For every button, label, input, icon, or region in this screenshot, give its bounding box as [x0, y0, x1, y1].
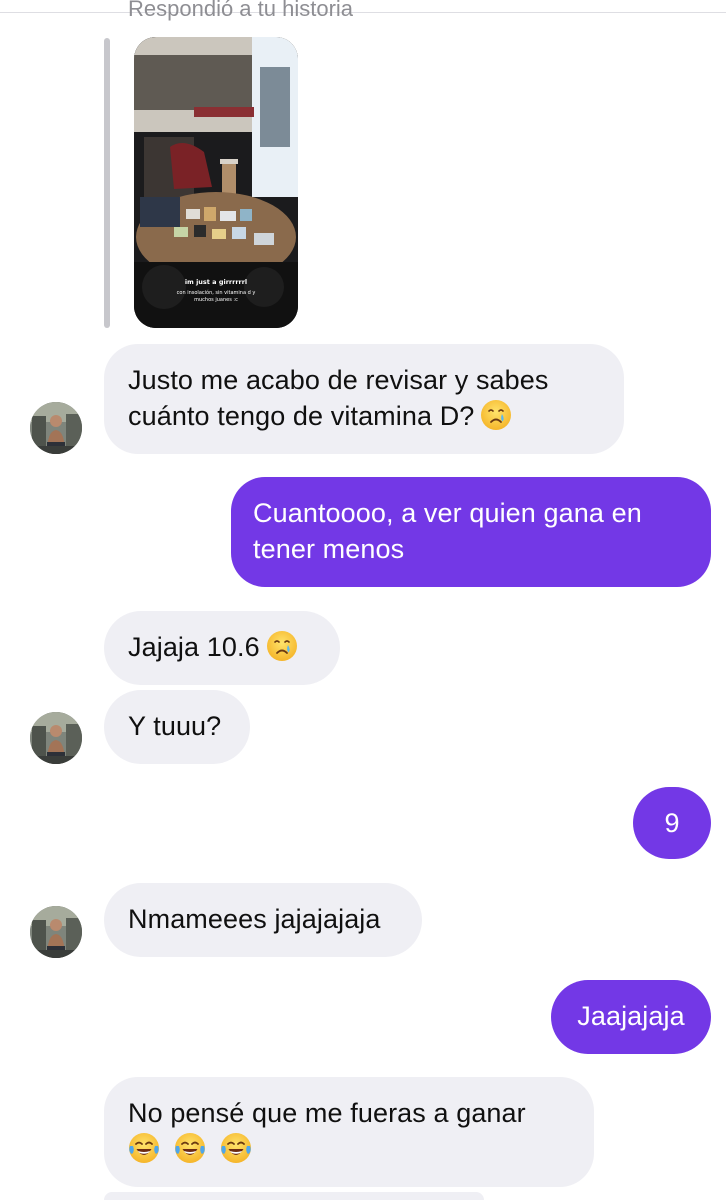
- message-bubble-outgoing[interactable]: Jaajajaja: [551, 980, 711, 1054]
- message-text: 9: [664, 808, 680, 838]
- message-text: Nmameees jajajajaja: [128, 904, 381, 934]
- story-reply-indicator: [104, 38, 110, 328]
- story-thumbnail[interactable]: im just a girrrrrrl con insolación, sin …: [134, 37, 298, 328]
- contact-avatar[interactable]: [30, 402, 82, 454]
- message-bubble-incoming[interactable]: Nmameees jajajajaja: [104, 883, 422, 957]
- message-text: Cuantoooo, a ver quien gana en tener men…: [253, 498, 642, 564]
- story-reply-caption: Respondió a tu historia: [128, 0, 354, 21]
- tears-of-joy-emoji-icon: [174, 1132, 206, 1164]
- message-text: Y tuuu?: [128, 711, 222, 741]
- message-bubble-outgoing[interactable]: Cuantoooo, a ver quien gana en tener men…: [231, 477, 711, 587]
- header-divider: [0, 12, 726, 13]
- emoji-row: [128, 1134, 266, 1164]
- message-bubble-incoming[interactable]: Y tuuu?: [104, 690, 250, 764]
- message-bubble-incoming-partial[interactable]: [104, 1192, 484, 1200]
- crying-face-emoji-icon: [480, 399, 512, 431]
- tears-of-joy-emoji-icon: [220, 1132, 252, 1164]
- crying-face-emoji-icon: [266, 630, 298, 662]
- message-text: Jaajajaja: [577, 1001, 685, 1031]
- story-text-line: con insolación, sin vitamina d y muchos …: [176, 290, 256, 303]
- tears-of-joy-emoji-icon: [128, 1132, 160, 1164]
- avatar-photo: [30, 712, 82, 764]
- avatar-photo: [30, 906, 82, 958]
- contact-avatar[interactable]: [30, 906, 82, 958]
- message-text: No pensé que me fueras a ganar: [128, 1098, 526, 1128]
- message-bubble-incoming[interactable]: Justo me acabo de revisar y sabes cuánto…: [104, 344, 624, 454]
- message-bubble-incoming[interactable]: Jajaja 10.6: [104, 611, 340, 685]
- message-text: Jajaja 10.6: [128, 632, 260, 662]
- avatar-photo: [30, 402, 82, 454]
- message-bubble-outgoing[interactable]: 9: [633, 787, 711, 859]
- contact-avatar[interactable]: [30, 712, 82, 764]
- story-text-line: im just a girrrrrrl: [184, 278, 248, 286]
- message-bubble-incoming[interactable]: No pensé que me fueras a ganar: [104, 1077, 594, 1187]
